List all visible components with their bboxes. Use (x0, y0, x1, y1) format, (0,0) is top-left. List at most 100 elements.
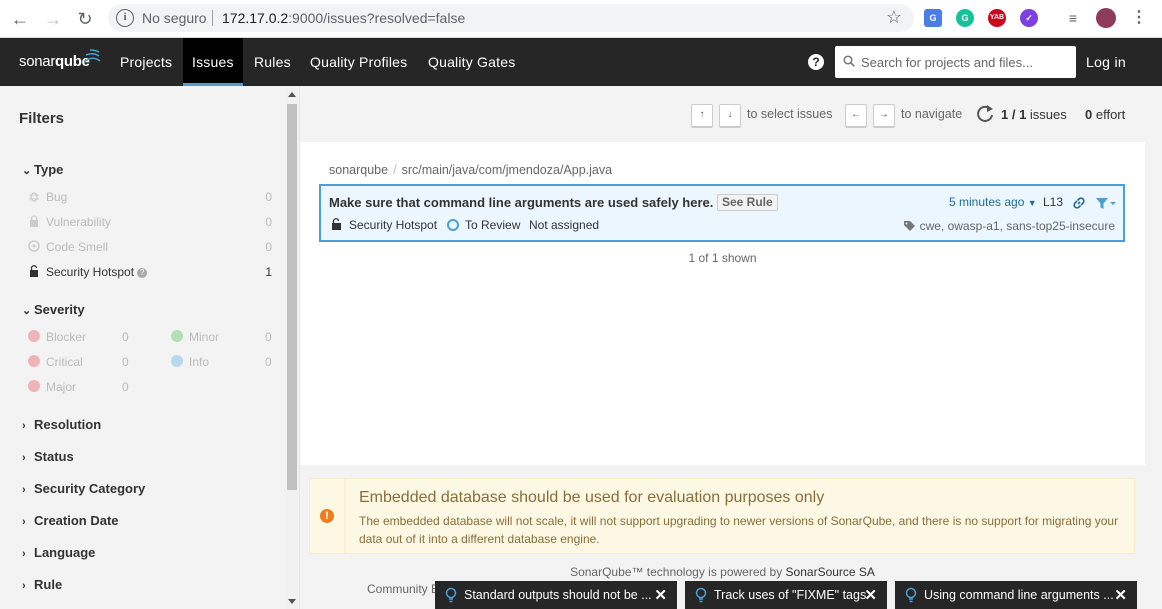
filter-similar-icon[interactable] (1095, 196, 1117, 210)
facet-item-label: Info (189, 355, 210, 369)
nav-rules[interactable]: Rules (245, 38, 300, 86)
facet-severity-blocker[interactable]: Blocker 0 (28, 329, 130, 347)
issue-status[interactable]: To Review (465, 218, 520, 232)
nav-issues[interactable]: Issues (183, 38, 243, 86)
sonarqube-logo[interactable]: sonarqube (19, 53, 90, 70)
address-bar[interactable]: i No seguro 172.17.0.2:9000/issues?resol… (108, 4, 914, 32)
facet-rule-header[interactable]: › Rule (22, 577, 62, 592)
login-link[interactable]: Log in (1086, 38, 1126, 86)
facet-severity-header[interactable]: ⌄ Severity (22, 302, 85, 317)
facet-type-bug[interactable]: Bug 0 (28, 189, 272, 207)
media-control-icon[interactable]: ≡ (1064, 9, 1082, 27)
facet-item-label: Bug (46, 190, 68, 204)
issue-line[interactable]: L13 (1043, 195, 1063, 209)
info-icon[interactable]: i (116, 9, 134, 27)
translate-extension-icon[interactable]: G (924, 9, 942, 27)
bookmark-star-icon[interactable]: ☆ (886, 7, 902, 28)
see-rule-button[interactable]: See Rule (717, 194, 778, 211)
filters-sidebar: Filters ⌄ Type Bug 0 Vulnerability 0 Code… (0, 86, 300, 609)
lightbulb-icon (695, 587, 707, 603)
issue-time[interactable]: 5 minutes ago ▼ (949, 195, 1037, 209)
facet-item-label: Security Hotspot? (46, 265, 148, 279)
facet-type-vulnerability[interactable]: Vulnerability 0 (28, 214, 272, 232)
issue-tags-text: cwe, owasp-a1, sans-top25-insecure (919, 219, 1115, 233)
toast-text: Using command line arguments ... (924, 588, 1114, 602)
checkmark-extension-icon[interactable]: ✓ (1020, 9, 1038, 27)
nav-quality-profiles[interactable]: Quality Profiles (301, 38, 416, 86)
facet-item-count: 0 (122, 380, 129, 394)
scroll-down-icon[interactable] (288, 599, 296, 604)
menu-kebab-icon[interactable]: ⋮ (1130, 9, 1148, 27)
close-icon[interactable]: ✕ (654, 586, 667, 604)
rule-toast[interactable]: Using command line arguments ... ✕ (895, 581, 1137, 609)
code-smell-icon (28, 240, 40, 252)
breadcrumb-project[interactable]: sonarqube (329, 163, 388, 177)
chevron-right-icon: › (22, 420, 26, 432)
facet-status-header[interactable]: › Status (22, 449, 74, 464)
profile-avatar[interactable] (1096, 8, 1116, 28)
facet-item-text: Security Hotspot (46, 265, 135, 279)
embedded-db-warning: ! Embedded database should be used for e… (309, 478, 1135, 554)
rule-toast[interactable]: Standard outputs should not be ... ✕ (435, 581, 677, 609)
search-input[interactable] (861, 53, 1066, 71)
facet-type-header[interactable]: ⌄ Type (22, 162, 63, 177)
issue-time-text: 5 minutes ago (949, 195, 1025, 209)
facet-label: Resolution (34, 417, 102, 432)
help-circle-icon[interactable]: ? (137, 268, 148, 278)
forward-icon[interactable]: → (43, 9, 63, 29)
close-icon[interactable]: ✕ (864, 586, 877, 604)
info-icon (171, 355, 183, 367)
facet-item-count: 0 (265, 330, 272, 344)
scrollbar-thumb[interactable] (287, 104, 297, 490)
close-icon[interactable]: ✕ (1114, 586, 1127, 604)
facet-severity-major[interactable]: Major 0 (28, 379, 130, 397)
chevron-right-icon: › (22, 452, 26, 464)
reload-icon[interactable]: ↻ (75, 9, 95, 29)
sonarqube-wave-icon (83, 49, 101, 63)
warning-title: Embedded database should be used for eva… (359, 489, 825, 506)
blocker-icon (28, 330, 40, 342)
issue-card[interactable]: Make sure that command line arguments ar… (319, 184, 1125, 242)
facet-label: Creation Date (34, 513, 119, 528)
reload-issues-icon[interactable] (975, 103, 995, 125)
facet-severity-minor[interactable]: Minor 0 (171, 329, 273, 347)
lock-icon (30, 215, 38, 227)
issue-tags[interactable]: cwe, owasp-a1, sans-top25-insecure (903, 219, 1115, 233)
lightbulb-icon (445, 587, 457, 603)
critical-icon (28, 355, 40, 367)
facet-severity-critical[interactable]: Critical 0 (28, 354, 130, 372)
issue-message[interactable]: Make sure that command line arguments ar… (329, 195, 713, 210)
nav-quality-gates[interactable]: Quality Gates (419, 38, 524, 86)
global-search[interactable] (835, 46, 1076, 78)
breadcrumb: sonarqube / src/main/java/com/jmendoza/App… (329, 163, 612, 177)
help-icon[interactable]: ? (808, 54, 824, 70)
chevron-right-icon: › (22, 484, 26, 496)
facet-creation-date-header[interactable]: › Creation Date (22, 513, 119, 528)
facet-item-count: 0 (122, 355, 129, 369)
facet-type-security-hotspot[interactable]: Security Hotspot? 1 (28, 264, 272, 282)
sidebar-scrollbar[interactable] (286, 90, 298, 609)
warning-icon: ! (320, 509, 334, 523)
facet-security-category-header[interactable]: › Security Category (22, 481, 145, 496)
nav-projects[interactable]: Projects (111, 38, 181, 86)
minor-icon (171, 330, 183, 342)
chevron-down-icon: ⌄ (22, 165, 32, 177)
url-text[interactable]: 172.17.0.2:9000/issues?resolved=false (222, 10, 465, 26)
permalink-icon[interactable] (1072, 196, 1086, 210)
grammarly-extension-icon[interactable]: G (956, 9, 974, 27)
breadcrumb-file[interactable]: src/main/java/com/jmendoza/App.java (402, 163, 613, 177)
rule-toast[interactable]: Track uses of "FIXME" tags ✕ (685, 581, 887, 609)
facet-item-count: 0 (122, 330, 129, 344)
facet-item-label: Code Smell (46, 240, 109, 254)
scroll-up-icon[interactable] (288, 92, 296, 97)
facet-item-label: Critical (46, 355, 83, 369)
facet-severity-info[interactable]: Info 0 (171, 354, 273, 372)
issue-assignee[interactable]: Not assigned (529, 218, 599, 232)
back-icon[interactable]: ← (10, 9, 30, 29)
facet-type-code-smell[interactable]: Code Smell 0 (28, 239, 272, 257)
sonarsource-link[interactable]: SonarSource SA (786, 565, 875, 579)
yab-extension-icon[interactable]: YAB (988, 9, 1006, 27)
facet-resolution-header[interactable]: › Resolution (22, 417, 101, 432)
lightbulb-icon (905, 587, 917, 603)
facet-language-header[interactable]: › Language (22, 545, 95, 560)
